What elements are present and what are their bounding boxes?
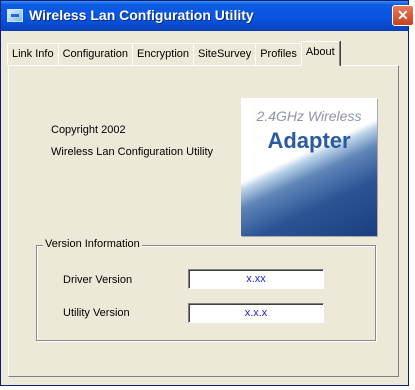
tab-strip: Link Info Configuration Encryption SiteSurv… xyxy=(7,41,340,66)
about-panel: Copyright 2002 Wireless Lan Configuratio… xyxy=(8,65,399,377)
close-icon: ✕ xyxy=(397,7,409,23)
version-info-group: Version Information Driver Version x.xx … xyxy=(36,238,376,341)
main-window: Wireless Lan Configuration Utility ✕ Lin… xyxy=(0,0,414,386)
adapter-logo: 2.4GHz Wireless Adapter xyxy=(241,98,377,236)
product-name-text: Wireless Lan Configuration Utility xyxy=(51,146,214,158)
tab-profiles[interactable]: Profiles xyxy=(255,43,302,65)
tab-about[interactable]: About xyxy=(300,41,340,66)
tab-encryption[interactable]: Encryption xyxy=(132,43,195,65)
utility-version-value: x.x.x xyxy=(244,307,268,319)
tab-link-info[interactable]: Link Info xyxy=(7,43,59,65)
version-info-legend: Version Information xyxy=(43,238,142,250)
driver-version-value: x.xx xyxy=(246,273,266,285)
logo-title: Adapter xyxy=(267,128,351,153)
driver-version-field[interactable]: x.xx xyxy=(188,269,324,289)
copyright-text: Copyright 2002 xyxy=(51,124,126,136)
logo-subtitle: 2.4GHz Wireless xyxy=(256,108,362,124)
app-icon xyxy=(7,9,23,22)
title-bar[interactable]: Wireless Lan Configuration Utility ✕ xyxy=(1,1,414,31)
close-button[interactable]: ✕ xyxy=(392,5,414,26)
tab-site-survey[interactable]: SiteSurvey xyxy=(193,43,257,65)
tab-configuration[interactable]: Configuration xyxy=(57,43,134,65)
utility-version-field[interactable]: x.x.x xyxy=(188,303,324,323)
driver-version-label: Driver Version xyxy=(63,274,133,286)
utility-version-label: Utility Version xyxy=(63,307,130,319)
window-title: Wireless Lan Configuration Utility xyxy=(29,7,254,23)
